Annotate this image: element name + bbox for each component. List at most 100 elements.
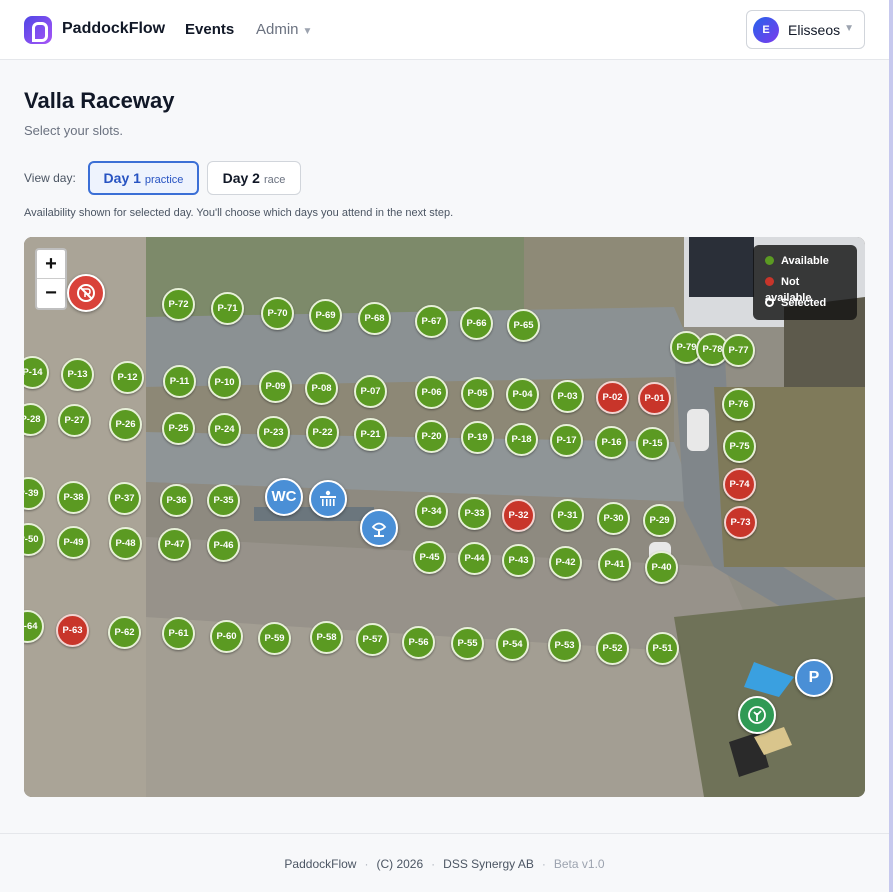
- selected-dot: [765, 298, 774, 307]
- slot-marker-p-54[interactable]: P-54: [496, 628, 529, 661]
- slot-marker-p-42[interactable]: P-42: [549, 546, 582, 579]
- slot-marker-p-75[interactable]: P-75: [723, 430, 756, 463]
- slot-marker-p-66[interactable]: P-66: [460, 307, 493, 340]
- user-menu-button[interactable]: E Elisseos ▼: [746, 10, 865, 49]
- slot-marker-p-69[interactable]: P-69: [309, 299, 342, 332]
- slot-marker-p-35[interactable]: P-35: [207, 484, 240, 517]
- slot-marker-p-25[interactable]: P-25: [162, 412, 195, 445]
- slot-marker-p-43[interactable]: P-43: [502, 544, 535, 577]
- slot-marker-p-11[interactable]: P-11: [163, 365, 196, 398]
- slot-marker-p-13[interactable]: P-13: [61, 358, 94, 391]
- slot-marker-p-37[interactable]: P-37: [108, 482, 141, 515]
- slot-marker-p-01[interactable]: P-01: [638, 382, 671, 415]
- slot-marker-p-30[interactable]: P-30: [597, 502, 630, 535]
- legend-available: Available: [765, 253, 845, 274]
- slot-marker-p-06[interactable]: P-06: [415, 376, 448, 409]
- parking-icon[interactable]: P: [795, 659, 833, 697]
- slot-marker-p-24[interactable]: P-24: [208, 413, 241, 446]
- slot-marker-p-76[interactable]: P-76: [722, 388, 755, 421]
- slot-marker-p-04[interactable]: P-04: [506, 378, 539, 411]
- slot-marker-p-27[interactable]: P-27: [58, 404, 91, 437]
- slot-marker-p-10[interactable]: P-10: [208, 366, 241, 399]
- slot-marker-p-72[interactable]: P-72: [162, 288, 195, 321]
- slot-marker-p-56[interactable]: P-56: [402, 626, 435, 659]
- nav-events-link[interactable]: Events: [185, 21, 234, 38]
- slot-marker-p-63[interactable]: P-63: [56, 614, 89, 647]
- slot-marker-p-36[interactable]: P-36: [160, 484, 193, 517]
- slot-marker-p-09[interactable]: P-09: [259, 370, 292, 403]
- slot-marker-p-31[interactable]: P-31: [551, 499, 584, 532]
- first-aid-icon[interactable]: [738, 696, 776, 734]
- slot-marker-p-34[interactable]: P-34: [415, 495, 448, 528]
- shower-icon[interactable]: [309, 480, 347, 518]
- page-subtitle: Select your slots.: [24, 123, 123, 138]
- slot-marker-p-32[interactable]: P-32: [502, 499, 535, 532]
- slot-marker-p-47[interactable]: P-47: [158, 528, 191, 561]
- slot-marker-p-68[interactable]: P-68: [358, 302, 391, 335]
- user-name: Elisseos: [788, 22, 841, 38]
- slot-marker-p-20[interactable]: P-20: [415, 420, 448, 453]
- slot-marker-p-55[interactable]: P-55: [451, 627, 484, 660]
- zoom-out-button[interactable]: −: [37, 279, 65, 308]
- shower-glyph: [320, 490, 336, 506]
- footer-separator: ·: [431, 857, 436, 871]
- zoom-in-button[interactable]: +: [37, 250, 65, 279]
- day-1-button[interactable]: Day 1 practice: [88, 161, 199, 195]
- chevron-down-icon: ▼: [844, 23, 854, 34]
- slot-marker-p-05[interactable]: P-05: [461, 377, 494, 410]
- slot-marker-p-22[interactable]: P-22: [306, 416, 339, 449]
- slot-marker-p-77[interactable]: P-77: [722, 334, 755, 367]
- slot-marker-p-49[interactable]: P-49: [57, 526, 90, 559]
- slot-marker-p-07[interactable]: P-07: [354, 375, 387, 408]
- slot-marker-p-62[interactable]: P-62: [108, 616, 141, 649]
- nav-admin-dropdown[interactable]: Admin ▼: [256, 21, 312, 38]
- slot-marker-p-48[interactable]: P-48: [109, 527, 142, 560]
- slot-marker-p-59[interactable]: P-59: [258, 622, 291, 655]
- slot-marker-p-19[interactable]: P-19: [461, 421, 494, 454]
- brand-name[interactable]: PaddockFlow: [62, 20, 165, 38]
- slot-marker-p-53[interactable]: P-53: [548, 629, 581, 662]
- slot-marker-p-73[interactable]: P-73: [724, 506, 757, 539]
- day-label: Day 1: [103, 170, 141, 186]
- footer-separator: ·: [541, 857, 546, 871]
- slot-marker-p-70[interactable]: P-70: [261, 297, 294, 330]
- sink-glyph: [371, 522, 387, 537]
- app-logo-icon[interactable]: [24, 16, 52, 44]
- slot-marker-p-26[interactable]: P-26: [109, 408, 142, 441]
- slot-marker-p-16[interactable]: P-16: [595, 426, 628, 459]
- slot-marker-p-41[interactable]: P-41: [598, 548, 631, 581]
- slot-marker-p-65[interactable]: P-65: [507, 309, 540, 342]
- slot-marker-p-08[interactable]: P-08: [305, 372, 338, 405]
- slot-marker-p-18[interactable]: P-18: [505, 423, 538, 456]
- slot-marker-p-21[interactable]: P-21: [354, 418, 387, 451]
- slot-marker-p-57[interactable]: P-57: [356, 623, 389, 656]
- zoom-control: + −: [35, 248, 67, 310]
- slot-marker-p-23[interactable]: P-23: [257, 416, 290, 449]
- slot-marker-p-71[interactable]: P-71: [211, 292, 244, 325]
- slot-marker-p-38[interactable]: P-38: [57, 481, 90, 514]
- paddock-map[interactable]: + − P-72 P-71 P-70 P-69 P-68 P-67 P-66 P-65 P-79…: [24, 237, 865, 797]
- slot-marker-p-67[interactable]: P-67: [415, 305, 448, 338]
- slot-marker-p-03[interactable]: P-03: [551, 380, 584, 413]
- slot-marker-p-60[interactable]: P-60: [210, 620, 243, 653]
- slot-marker-p-29[interactable]: P-29: [643, 504, 676, 537]
- slot-marker-p-52[interactable]: P-52: [596, 632, 629, 665]
- nav-admin-label: Admin: [256, 21, 299, 38]
- slot-marker-p-44[interactable]: P-44: [458, 542, 491, 575]
- slot-marker-p-12[interactable]: P-12: [111, 361, 144, 394]
- wc-icon[interactable]: WC: [265, 478, 303, 516]
- slot-marker-p-15[interactable]: P-15: [636, 427, 669, 460]
- slot-marker-p-58[interactable]: P-58: [310, 621, 343, 654]
- slot-marker-p-46[interactable]: P-46: [207, 529, 240, 562]
- slot-marker-p-02[interactable]: P-02: [596, 381, 629, 414]
- no-entry-icon[interactable]: [67, 274, 105, 312]
- slot-marker-p-61[interactable]: P-61: [162, 617, 195, 650]
- slot-marker-p-33[interactable]: P-33: [458, 497, 491, 530]
- slot-marker-p-17[interactable]: P-17: [550, 424, 583, 457]
- slot-marker-p-45[interactable]: P-45: [413, 541, 446, 574]
- sink-icon[interactable]: [360, 509, 398, 547]
- slot-marker-p-40[interactable]: P-40: [645, 551, 678, 584]
- slot-marker-p-51[interactable]: P-51: [646, 632, 679, 665]
- day-2-button[interactable]: Day 2 race: [207, 161, 301, 195]
- slot-marker-p-74[interactable]: P-74: [723, 468, 756, 501]
